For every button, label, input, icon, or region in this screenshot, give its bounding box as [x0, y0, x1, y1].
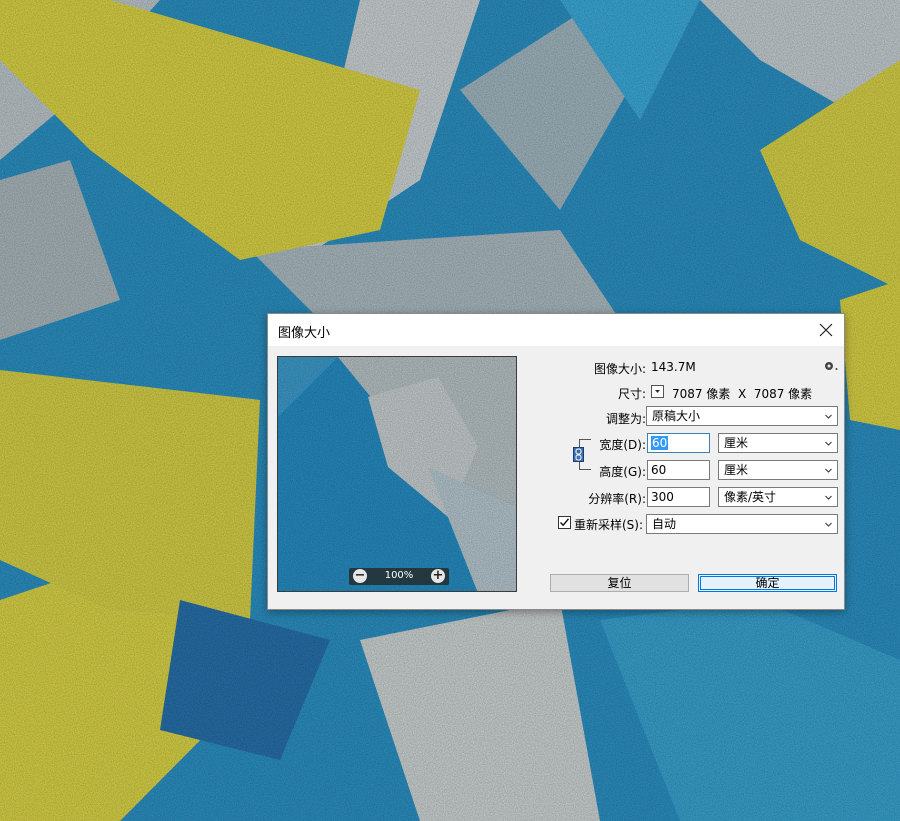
reset-button[interactable]: 复位 [550, 574, 689, 592]
resolution-unit-selected: 像素/英寸 [724, 490, 777, 504]
fit-to-select[interactable]: 原稿大小 [646, 406, 838, 426]
resolution-unit-select[interactable]: 像素/英寸 [718, 487, 838, 507]
width-value: 60 [651, 436, 669, 450]
resolution-label: 分辨率(R): [588, 492, 646, 506]
height-input[interactable]: 60 [647, 460, 710, 480]
height-value: 60 [651, 463, 667, 477]
chevron-down-icon [825, 441, 832, 446]
dimensions-unit-button[interactable] [651, 385, 664, 398]
resample-label: 重新采样(S): [574, 518, 644, 532]
preview-zoom-bar: − 100% + [349, 568, 449, 585]
close-icon[interactable] [814, 318, 838, 342]
ok-button[interactable]: 确定 [698, 574, 837, 592]
checkmark-icon [560, 518, 570, 527]
gear-icon[interactable] [823, 360, 839, 372]
chevron-down-icon [655, 390, 660, 393]
chevron-down-icon [825, 522, 832, 527]
chevron-down-icon [825, 495, 832, 500]
image-preview[interactable]: − 100% + [277, 356, 517, 592]
chevron-down-icon [825, 468, 832, 473]
preview-zoom-level: 100% [384, 570, 414, 581]
image-size-label: 图像大小: [593, 362, 646, 376]
fit-to-label: 调整为: [605, 412, 646, 426]
dialog-title: 图像大小 [278, 326, 331, 341]
height-unit-select[interactable]: 厘米 [718, 460, 838, 480]
resample-checkbox[interactable] [558, 516, 571, 529]
image-size-value: 143.7M [651, 360, 696, 374]
resample-select[interactable]: 自动 [646, 514, 838, 534]
dialog-titlebar[interactable]: 图像大小 [268, 314, 844, 346]
width-unit-selected: 厘米 [724, 436, 749, 450]
chevron-down-icon [825, 414, 832, 419]
zoom-out-icon[interactable]: − [353, 569, 367, 583]
preview-image [278, 357, 516, 591]
dimensions-label: 尺寸: [617, 387, 646, 401]
image-size-dialog: 图像大小 − 100% + 图像大小: 143.7M 尺寸: 7087 像素 X… [267, 313, 845, 610]
dimensions-value: 7087 像素 X 7087 像素 [672, 387, 813, 401]
height-label: 高度(G): [599, 465, 646, 479]
width-input[interactable]: 60 [647, 433, 710, 453]
width-label: 宽度(D): [599, 438, 646, 452]
resample-selected: 自动 [652, 517, 677, 531]
width-unit-select[interactable]: 厘米 [718, 433, 838, 453]
zoom-in-icon[interactable]: + [431, 569, 445, 583]
height-unit-selected: 厘米 [724, 463, 749, 477]
fit-to-selected: 原稿大小 [652, 409, 701, 423]
resolution-input[interactable]: 300 [647, 487, 710, 507]
resolution-value: 300 [651, 490, 674, 504]
